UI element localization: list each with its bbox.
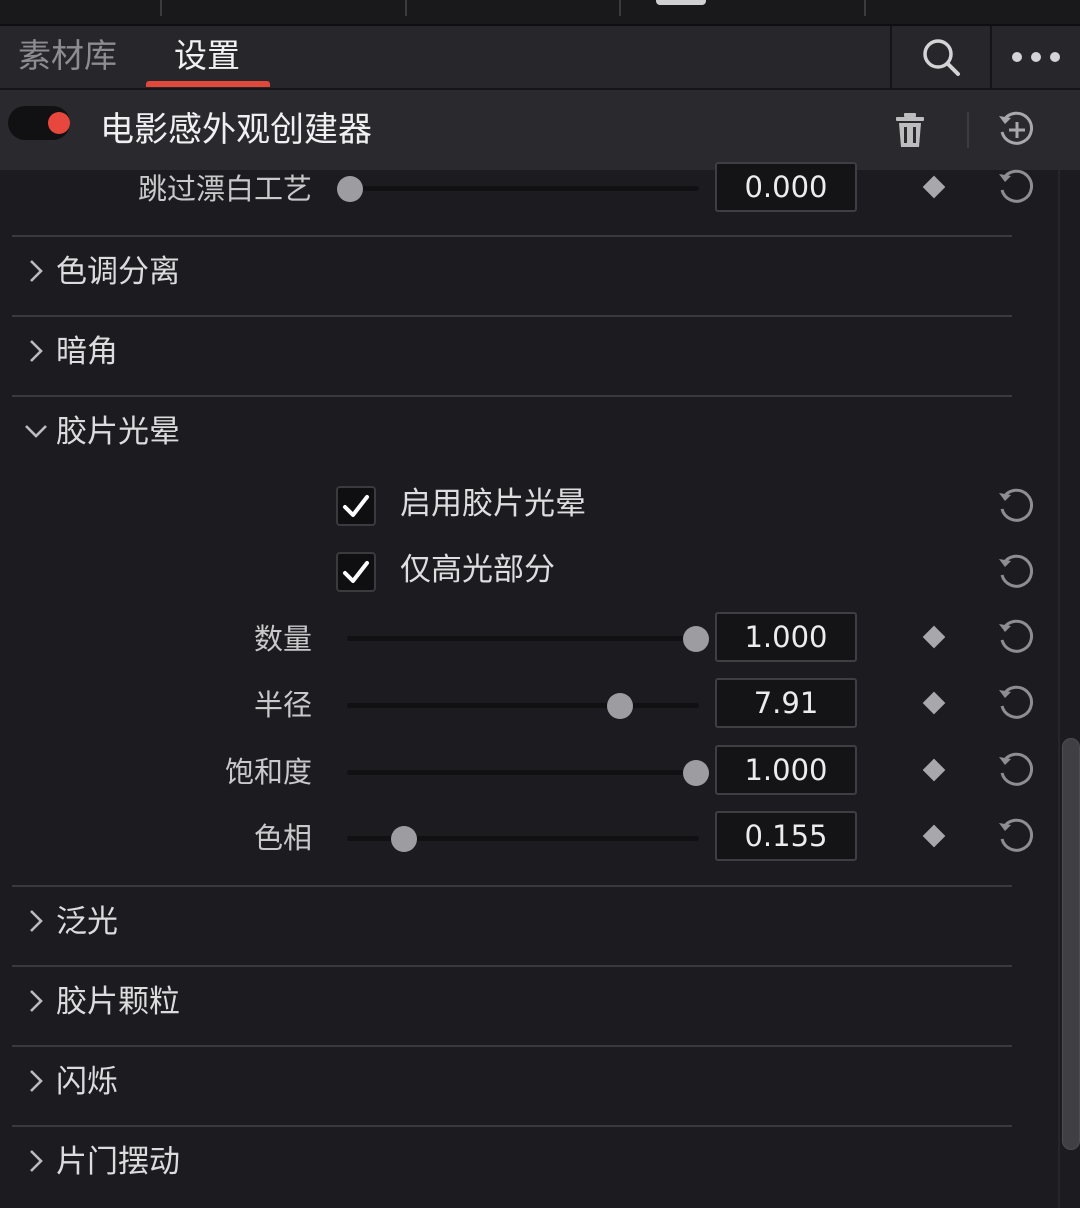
slider-label: 色相: [253, 821, 312, 855]
strip-divider: [160, 0, 162, 16]
slider-label: 饱和度: [224, 755, 312, 789]
highlights-only-checkbox[interactable]: [336, 552, 376, 592]
chevron-right-icon: [30, 340, 43, 362]
reset-all-button[interactable]: [996, 109, 1036, 149]
slider-track[interactable]: [347, 626, 709, 652]
toggle-indicator: [48, 112, 70, 134]
search-button[interactable]: [892, 26, 990, 88]
reset-button[interactable]: [996, 552, 1036, 592]
more-options-button[interactable]: [992, 26, 1080, 88]
value-field[interactable]: 1.000: [715, 612, 857, 662]
slider-label: 跳过漂白工艺: [137, 172, 312, 206]
section-label: 暗角: [56, 334, 118, 370]
strip-handle[interactable]: [656, 0, 706, 5]
section-label: 泛光: [56, 904, 118, 940]
delete-effect-button[interactable]: [892, 110, 928, 150]
reset-icon: [999, 554, 1034, 588]
reset-button[interactable]: [996, 617, 1036, 657]
reset-icon: [999, 752, 1034, 786]
slider-thumb[interactable]: [683, 626, 709, 652]
section-label: 色调分离: [56, 254, 180, 290]
reset-button[interactable]: [996, 486, 1036, 526]
keyframe-diamond-icon[interactable]: [922, 175, 946, 199]
slider-track[interactable]: [347, 826, 699, 852]
search-icon: [923, 39, 960, 76]
tab-settings[interactable]: 设置: [174, 26, 240, 88]
effect-parameters-panel: 跳过漂白工艺 0.000 色调分离 暗角 胶片光晕 启用胶片光晕 仅高光部分 数…: [0, 162, 1060, 1208]
chevron-right-icon: [30, 910, 43, 932]
section-film-grain[interactable]: 胶片颗粒: [12, 963, 1012, 1041]
vertical-scrollbar[interactable]: [1062, 738, 1080, 1150]
reset-icon: [999, 685, 1034, 719]
chevron-right-icon: [30, 990, 43, 1012]
reset-icon: [999, 169, 1034, 203]
checkmark-icon: [343, 561, 369, 583]
checkbox-label: 仅高光部分: [400, 552, 555, 588]
strip-divider: [619, 0, 621, 16]
checkmark-icon: [343, 495, 369, 517]
header-divider: [967, 112, 969, 148]
reset-button[interactable]: [996, 750, 1036, 790]
slider-label: 数量: [253, 622, 312, 656]
inspector-tab-bar: 素材库 设置: [0, 26, 1080, 90]
chevron-right-icon: [30, 1150, 43, 1172]
section-label: 胶片光晕: [56, 414, 180, 450]
keyframe-diamond-icon[interactable]: [922, 691, 946, 715]
section-bloom[interactable]: 泛光: [12, 883, 1012, 961]
effect-enable-toggle[interactable]: [8, 106, 70, 140]
chevron-right-icon: [30, 260, 43, 282]
value-field[interactable]: 7.91: [715, 678, 857, 728]
keyframe-diamond-icon[interactable]: [922, 758, 946, 782]
value-field[interactable]: 0.155: [715, 811, 857, 861]
value-field[interactable]: 0.000: [715, 162, 857, 212]
reset-all-icon: [999, 111, 1034, 145]
section-flicker[interactable]: 闪烁: [12, 1043, 1012, 1121]
more-icon: [1012, 52, 1060, 62]
effect-title: 电影感外观创建器: [100, 110, 372, 150]
reset-button[interactable]: [996, 816, 1036, 856]
reset-button[interactable]: [996, 683, 1036, 723]
strip-divider: [864, 0, 866, 16]
keyframe-diamond-icon[interactable]: [922, 824, 946, 848]
value-field[interactable]: 1.000: [715, 745, 857, 795]
effect-header: 电影感外观创建器: [0, 90, 1080, 170]
checkbox-label: 启用胶片光晕: [400, 486, 586, 522]
slider-label: 半径: [253, 688, 312, 722]
slider-track[interactable]: [337, 176, 699, 202]
keyframe-diamond-icon[interactable]: [922, 625, 946, 649]
slider-thumb[interactable]: [606, 693, 633, 719]
reset-icon: [999, 488, 1034, 522]
window-top-strip: [0, 0, 1080, 26]
slider-track[interactable]: [347, 760, 709, 786]
slider-track[interactable]: [347, 693, 699, 719]
panel-edge: [1058, 170, 1060, 1208]
tab-media-library[interactable]: 素材库: [18, 26, 117, 88]
section-split-tone[interactable]: 色调分离: [12, 233, 1012, 311]
section-halation[interactable]: 胶片光晕: [12, 393, 1012, 471]
strip-divider: [405, 0, 407, 16]
reset-icon: [999, 619, 1034, 653]
reset-button[interactable]: [996, 167, 1036, 207]
active-tab-indicator: [146, 81, 270, 87]
section-label: 闪烁: [56, 1064, 118, 1100]
section-vignette[interactable]: 暗角: [12, 313, 1012, 391]
slider-thumb[interactable]: [683, 760, 709, 786]
slider-thumb[interactable]: [337, 176, 363, 202]
chevron-down-icon: [25, 425, 47, 438]
reset-icon: [999, 818, 1034, 852]
section-gate-weave[interactable]: 片门摆动: [12, 1123, 1012, 1201]
chevron-right-icon: [30, 1070, 43, 1092]
slider-thumb[interactable]: [390, 826, 417, 852]
section-label: 片门摆动: [56, 1144, 180, 1180]
section-label: 胶片颗粒: [56, 984, 180, 1020]
trash-icon: [896, 113, 924, 147]
enable-halation-checkbox[interactable]: [336, 486, 376, 526]
